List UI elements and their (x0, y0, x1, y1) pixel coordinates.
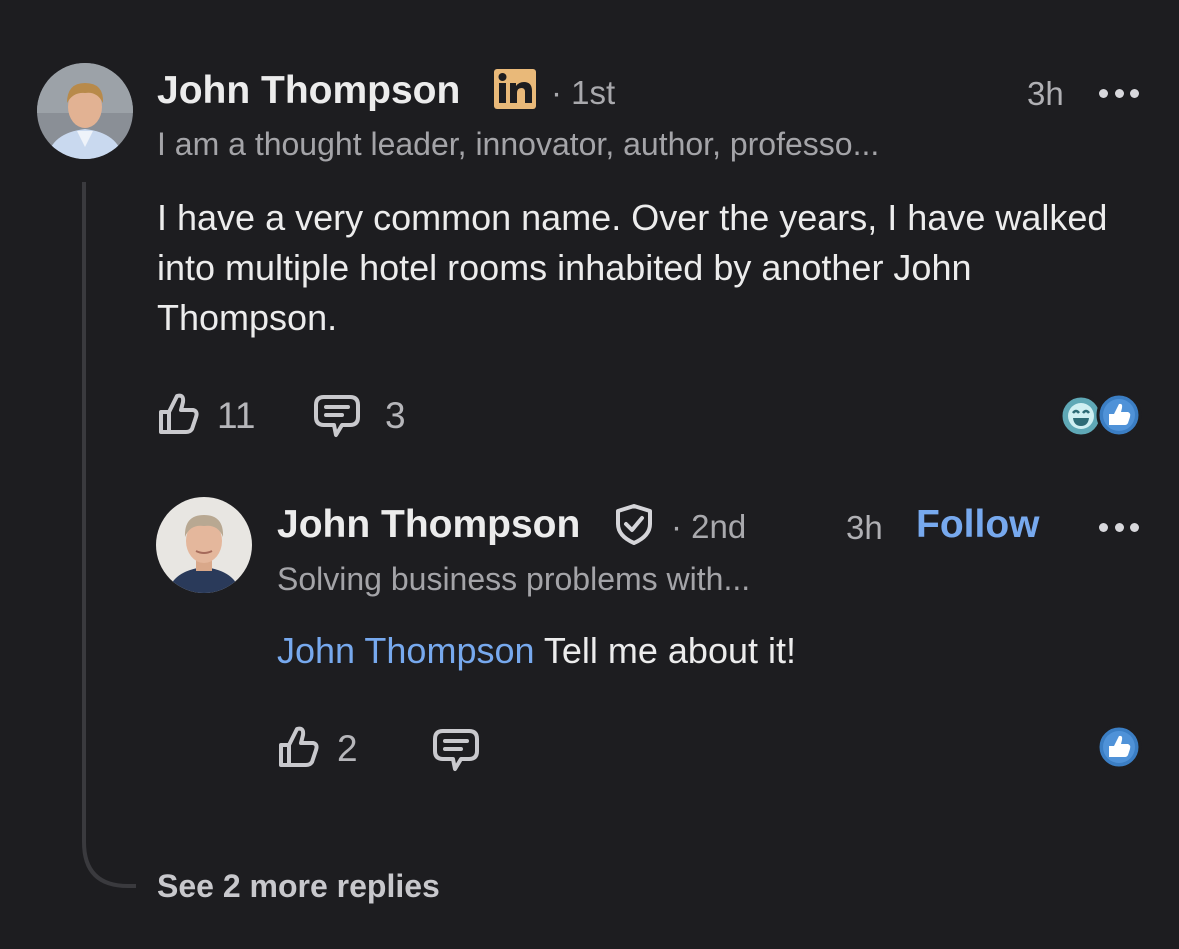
verified-shield-icon (612, 502, 656, 546)
author-name[interactable]: John Thompson (157, 71, 460, 110)
comment-time: 3h (1027, 75, 1064, 112)
reply-connection-degree: · 2nd (671, 508, 747, 545)
reply-author-name[interactable]: John Thompson (277, 505, 580, 544)
like-reaction-icon[interactable] (1096, 392, 1142, 438)
like-count: 11 (217, 395, 256, 436)
reply-count: 3 (385, 395, 406, 436)
reply-text-body: Tell me about it! (534, 630, 796, 671)
reply-time: 3h (846, 509, 883, 546)
reply-like-count: 2 (337, 728, 358, 769)
reply-like-reaction-icon[interactable] (1096, 724, 1142, 770)
see-more-replies-link[interactable]: See 2 more replies (157, 870, 440, 902)
reply-comment-icon[interactable] (431, 727, 481, 773)
author-headline: I am a thought leader, innovator, author… (157, 126, 880, 162)
reply-like-icon[interactable] (277, 723, 321, 769)
reply-author-headline: Solving business problems with... (277, 561, 751, 597)
follow-button[interactable]: Follow (916, 505, 1039, 544)
thread-line (82, 182, 136, 888)
connection-degree: · 1st (551, 74, 616, 111)
linkedin-icon (494, 69, 536, 109)
comment-text: I have a very common name. Over the year… (157, 197, 1108, 338)
reply-text: John Thompson Tell me about it! (277, 626, 1137, 676)
author-avatar[interactable] (37, 63, 133, 159)
mention-link[interactable]: John Thompson (277, 630, 535, 671)
like-icon[interactable] (157, 390, 201, 436)
reply-more-options-icon[interactable] (1099, 521, 1139, 533)
comment-icon[interactable] (312, 393, 362, 439)
more-options-icon[interactable] (1099, 87, 1139, 99)
reply-author-avatar[interactable] (156, 497, 252, 593)
